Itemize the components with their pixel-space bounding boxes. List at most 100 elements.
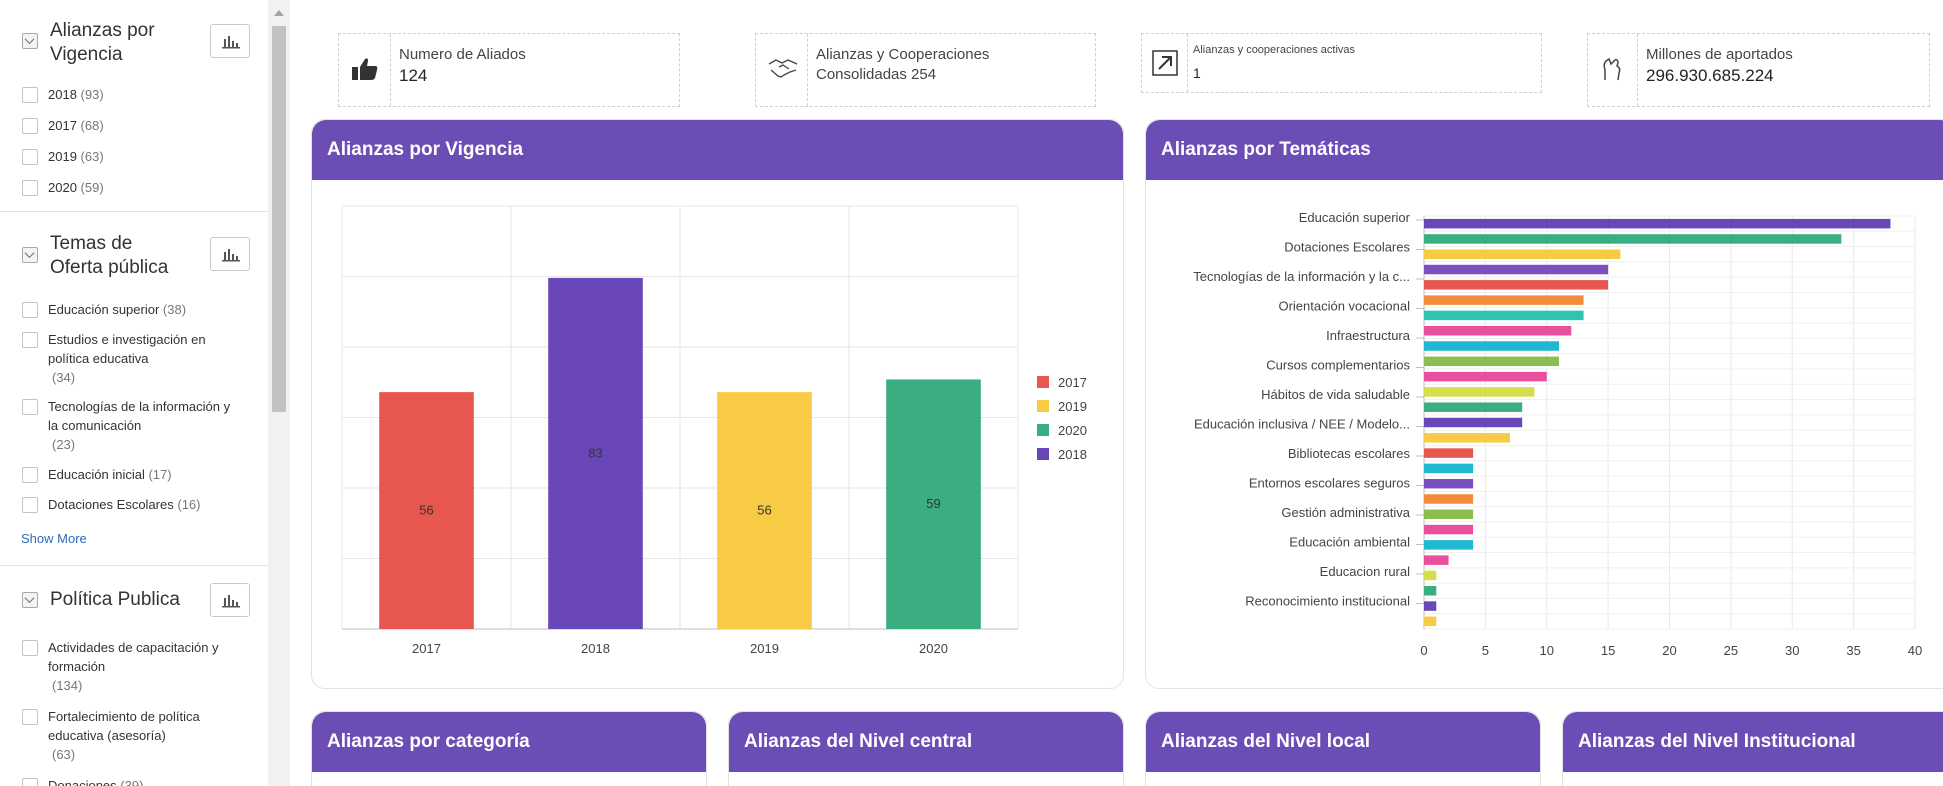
y-tick-label: Educación superior bbox=[1299, 210, 1411, 225]
facet-header: Temas de Oferta pública bbox=[0, 212, 268, 282]
bar bbox=[1424, 417, 1523, 428]
sidebar-scrollbar[interactable] bbox=[268, 0, 290, 786]
x-tick-label: 25 bbox=[1724, 643, 1738, 658]
handshake-icon bbox=[768, 59, 798, 78]
facet-temas: Temas de Oferta pública Educación superi… bbox=[0, 212, 268, 566]
facet-vigencia: Alianzas por Vigencia 2018 (93) 2017 (68… bbox=[0, 0, 268, 212]
y-tick-label: Entornos escolares seguros bbox=[1249, 476, 1411, 491]
facet-option[interactable]: 2018 (93) bbox=[0, 85, 268, 104]
kpi-value: 124 bbox=[399, 66, 428, 85]
kpi-cooperaciones: Alianzas y Cooperaciones Consolidadas 25… bbox=[755, 33, 1096, 107]
checkbox[interactable] bbox=[22, 709, 38, 725]
checkbox[interactable] bbox=[22, 399, 38, 415]
facet-option[interactable]: Fortalecimiento de política educativa (a… bbox=[0, 707, 240, 764]
legend-label: 2018 bbox=[1058, 447, 1087, 462]
panel-title: Alianzas del Nivel Institucional bbox=[1563, 712, 1943, 772]
x-tick-label: 2020 bbox=[919, 641, 948, 656]
kpi-value: 1 bbox=[1193, 65, 1201, 81]
bar bbox=[1424, 280, 1609, 290]
x-tick-label: 2017 bbox=[412, 641, 441, 656]
x-tick-label: 35 bbox=[1846, 643, 1860, 658]
kpi-label: Millones de aportados bbox=[1646, 46, 1793, 63]
facet-option[interactable]: Dotaciones Escolares (16) bbox=[0, 495, 268, 514]
arrow-up-right-icon bbox=[1152, 50, 1178, 76]
legend-swatch bbox=[1037, 400, 1049, 412]
facet-option[interactable]: Donaciones (39) bbox=[0, 776, 268, 786]
scroll-up-icon[interactable] bbox=[274, 10, 284, 16]
facet-option[interactable]: 2017 (68) bbox=[0, 116, 268, 135]
kpi-icon-box bbox=[339, 34, 391, 106]
bar-chart-icon bbox=[222, 249, 240, 262]
kpi-millones: Millones de aportados 296.930.685.224 bbox=[1587, 33, 1930, 107]
bar bbox=[1424, 341, 1560, 351]
bar bbox=[1424, 616, 1437, 627]
y-tick-label: Bibliotecas escolares bbox=[1288, 446, 1411, 461]
y-tick-label: Dotaciones Escolares bbox=[1284, 240, 1410, 255]
facet-chart-button[interactable] bbox=[210, 237, 250, 271]
bar bbox=[1424, 555, 1449, 565]
kpi-label: Numero de Aliados bbox=[399, 46, 526, 63]
facet-chart-button[interactable] bbox=[210, 24, 250, 58]
checkbox[interactable] bbox=[22, 118, 38, 134]
collapse-icon[interactable] bbox=[22, 592, 38, 608]
checkbox[interactable] bbox=[22, 467, 38, 483]
checkbox[interactable] bbox=[22, 778, 38, 786]
kpi-value: 296.930.685.224 bbox=[1646, 66, 1774, 85]
bar bbox=[1424, 402, 1523, 412]
collapse-icon[interactable] bbox=[22, 247, 38, 263]
x-tick-label: 2019 bbox=[750, 641, 779, 656]
bar bbox=[1424, 524, 1474, 535]
bar bbox=[1424, 601, 1437, 611]
checkbox[interactable] bbox=[22, 87, 38, 103]
bar bbox=[1424, 586, 1437, 596]
legend-swatch bbox=[1037, 376, 1049, 388]
checkbox[interactable] bbox=[22, 497, 38, 513]
y-tick-label: Gestión administrativa bbox=[1281, 505, 1410, 520]
panel-title: Alianzas por Temáticas bbox=[1146, 120, 1943, 180]
facet-option[interactable]: Educación superior (38) bbox=[0, 300, 268, 319]
checkbox[interactable] bbox=[22, 149, 38, 165]
kpi-label: Alianzas y Cooperaciones bbox=[816, 46, 990, 63]
y-tick-label: Educacion rural bbox=[1320, 564, 1410, 579]
bar bbox=[1424, 218, 1891, 229]
facet-option[interactable]: Educación inicial (17) bbox=[0, 465, 268, 484]
x-tick-label: 30 bbox=[1785, 643, 1799, 658]
checkbox[interactable] bbox=[22, 302, 38, 318]
y-tick-label: Educación inclusiva / NEE / Modelo... bbox=[1194, 417, 1410, 432]
bar bbox=[1424, 494, 1474, 504]
panel-tematicas: Alianzas por Temáticas 0 5 10 15 20 25 30 35 40 E… bbox=[1145, 119, 1943, 689]
bar-value-label: 56 bbox=[419, 503, 433, 518]
checkbox[interactable] bbox=[22, 332, 38, 348]
y-tick-label: Reconocimiento institucional bbox=[1245, 594, 1410, 609]
tematicas-bar-chart: 0 5 10 15 20 25 30 35 40 Educación superior Dotaci… bbox=[1193, 210, 1922, 658]
y-tick-label: Infraestructura bbox=[1326, 328, 1411, 343]
y-tick-label: Educación ambiental bbox=[1289, 535, 1410, 550]
x-tick-label: 5 bbox=[1482, 643, 1489, 658]
facet-option[interactable]: 2019 (63) bbox=[0, 147, 268, 166]
facet-option[interactable]: Actividades de capacitación y formación … bbox=[0, 638, 240, 695]
vigencia-bar-chart: 56 2017 83 2018 56 2019 59 2020 2017 2019 2020 2018 bbox=[341, 205, 1087, 656]
panel-title: Alianzas del Nivel central bbox=[729, 712, 1123, 772]
bar bbox=[1424, 325, 1572, 336]
thumbs-up-icon bbox=[352, 58, 378, 80]
panel-local: Alianzas del Nivel local bbox=[1145, 711, 1541, 786]
scroll-thumb[interactable] bbox=[272, 26, 286, 412]
collapse-icon[interactable] bbox=[22, 33, 38, 49]
show-more-link[interactable]: Show More bbox=[0, 531, 268, 546]
facet-header: Política Publica bbox=[0, 566, 268, 636]
facet-option[interactable]: Tecnologías de la información y la comun… bbox=[0, 397, 240, 454]
kpi-aliados: Numero de Aliados 124 bbox=[338, 33, 680, 107]
legend-label: 2020 bbox=[1058, 423, 1087, 438]
bar bbox=[1424, 463, 1474, 474]
bar bbox=[1424, 540, 1474, 550]
facet-option[interactable]: 2020 (59) bbox=[0, 178, 268, 197]
checkbox[interactable] bbox=[22, 180, 38, 196]
facet-title: Temas de Oferta pública bbox=[50, 233, 169, 278]
x-tick-label: 10 bbox=[1540, 643, 1554, 658]
legend-label: 2019 bbox=[1058, 399, 1087, 414]
facet-option[interactable]: Estudios e investigación en política edu… bbox=[0, 330, 240, 387]
y-tick-label: Orientación vocacional bbox=[1278, 299, 1410, 314]
facet-chart-button[interactable] bbox=[210, 583, 250, 617]
checkbox[interactable] bbox=[22, 640, 38, 656]
bar bbox=[1424, 310, 1584, 321]
